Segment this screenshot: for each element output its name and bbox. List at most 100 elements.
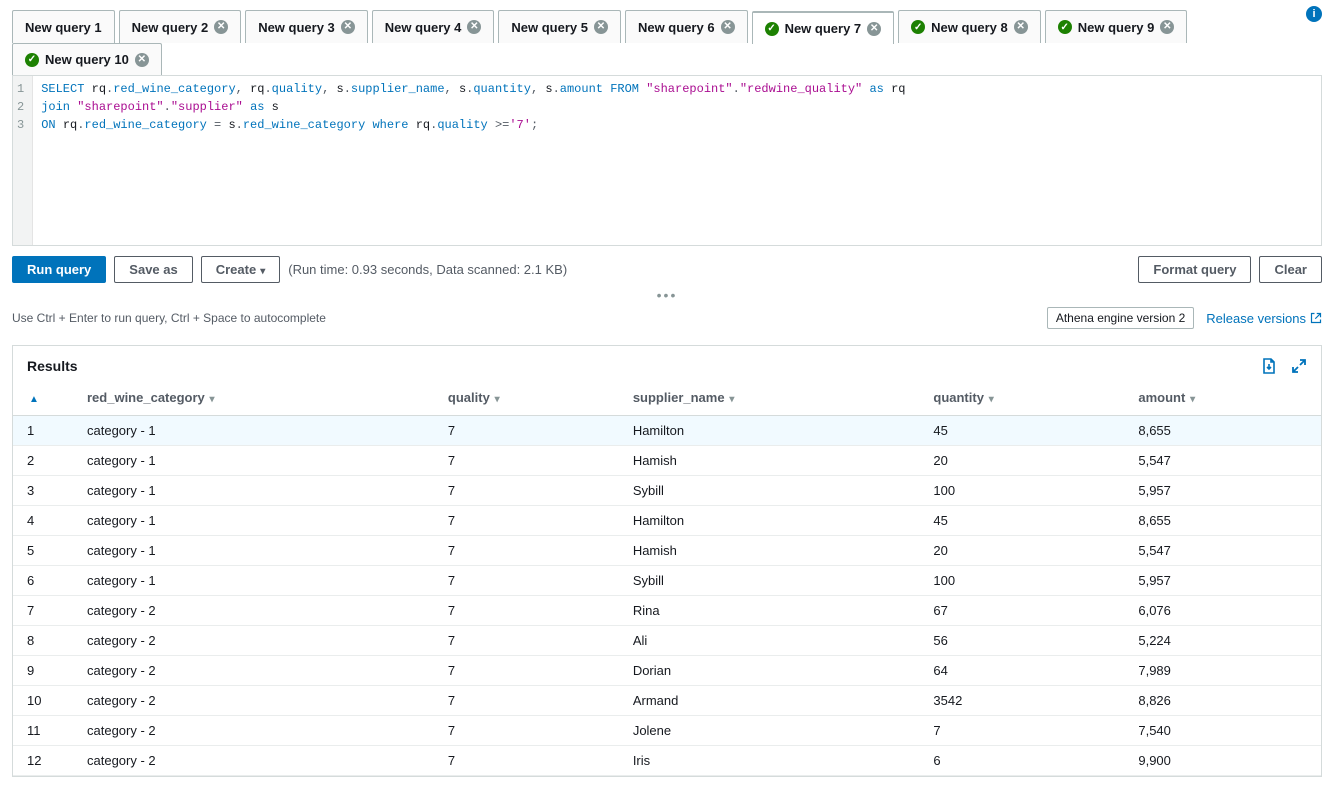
table-row[interactable]: 2category - 17Hamish205,547 <box>13 446 1321 476</box>
cell: 7 <box>434 626 619 656</box>
cell: 5,547 <box>1124 536 1321 566</box>
cell: 64 <box>919 656 1124 686</box>
cell: 5,957 <box>1124 476 1321 506</box>
table-row[interactable]: 9category - 27Dorian647,989 <box>13 656 1321 686</box>
editor-gutter: 123 <box>13 76 33 245</box>
query-tab[interactable]: New query 2✕ <box>119 10 242 43</box>
cell: 6 <box>13 566 73 596</box>
close-icon[interactable]: ✕ <box>1160 20 1174 34</box>
table-row[interactable]: 7category - 27Rina676,076 <box>13 596 1321 626</box>
cell: 12 <box>13 746 73 776</box>
cell: category - 2 <box>73 596 434 626</box>
column-header[interactable]: quantity ▾ <box>919 380 1124 416</box>
cell: Dorian <box>619 656 920 686</box>
cell: 10 <box>13 686 73 716</box>
release-versions-link[interactable]: Release versions <box>1206 311 1322 326</box>
cell: Iris <box>619 746 920 776</box>
sql-editor[interactable]: 123 SELECT rq.red_wine_category, rq.qual… <box>12 76 1322 246</box>
table-header-row: ▲red_wine_category ▾quality ▾supplier_na… <box>13 380 1321 416</box>
table-row[interactable]: 11category - 27Jolene77,540 <box>13 716 1321 746</box>
cell: 5,547 <box>1124 446 1321 476</box>
tab-label: New query 5 <box>511 20 588 35</box>
query-tab[interactable]: New query 3✕ <box>245 10 368 43</box>
run-query-button[interactable]: Run query <box>12 256 106 283</box>
tab-label: New query 7 <box>785 21 862 36</box>
cell: 2 <box>13 446 73 476</box>
query-tab[interactable]: New query 6 ✕ <box>625 10 748 43</box>
cell: 20 <box>919 446 1124 476</box>
close-icon[interactable]: ✕ <box>721 20 735 34</box>
cell: 7 <box>434 656 619 686</box>
table-row[interactable]: 1category - 17Hamilton458,655 <box>13 416 1321 446</box>
sort-icon: ▾ <box>492 394 500 405</box>
success-icon: ✓ <box>911 20 925 34</box>
column-label: supplier_name <box>633 390 725 405</box>
close-icon[interactable]: ✕ <box>594 20 608 34</box>
cell: Hamish <box>619 536 920 566</box>
tab-label: New query 6 <box>638 20 715 35</box>
create-button-label: Create <box>216 262 256 277</box>
cell: 6,076 <box>1124 596 1321 626</box>
cell: 7 <box>434 686 619 716</box>
query-tab[interactable]: New query 1 <box>12 10 115 43</box>
query-tab[interactable]: ✓ New query 9 ✕ <box>1045 10 1188 43</box>
format-query-button[interactable]: Format query <box>1138 256 1251 283</box>
info-icon[interactable]: i <box>1306 6 1322 22</box>
success-icon: ✓ <box>1058 20 1072 34</box>
close-icon[interactable]: ✕ <box>341 20 355 34</box>
create-button[interactable]: Create▾ <box>201 256 281 283</box>
cell: Ali <box>619 626 920 656</box>
tab-label: New query 1 <box>25 20 102 35</box>
cell: category - 1 <box>73 476 434 506</box>
tab-label: New query 9 <box>1078 20 1155 35</box>
query-tab[interactable]: ✓New query 7✕ <box>752 11 895 44</box>
table-row[interactable]: 8category - 27Ali565,224 <box>13 626 1321 656</box>
expand-icon[interactable] <box>1291 358 1307 374</box>
query-tabs: New query 1New query 2✕New query 3✕New q… <box>12 10 1322 76</box>
editor-code[interactable]: SELECT rq.red_wine_category, rq.quality,… <box>33 76 1321 245</box>
cell: 56 <box>919 626 1124 656</box>
table-row[interactable]: 12category - 27Iris69,900 <box>13 746 1321 776</box>
cell: 4 <box>13 506 73 536</box>
external-link-icon <box>1310 312 1322 324</box>
sort-icon: ▾ <box>207 394 215 405</box>
cell: 7 <box>434 476 619 506</box>
cell: category - 2 <box>73 656 434 686</box>
column-header[interactable]: quality ▾ <box>434 380 619 416</box>
query-tab[interactable]: New query 4✕ <box>372 10 495 43</box>
column-label: red_wine_category <box>87 390 205 405</box>
resize-handle[interactable]: ••• <box>12 287 1322 303</box>
sort-icon: ▾ <box>986 394 994 405</box>
column-header[interactable]: red_wine_category ▾ <box>73 380 434 416</box>
query-tab[interactable]: ✓New query 8✕ <box>898 10 1041 43</box>
table-row[interactable]: 4category - 17Hamilton458,655 <box>13 506 1321 536</box>
cell: category - 2 <box>73 716 434 746</box>
cell: 7 <box>434 716 619 746</box>
query-tab[interactable]: New query 5 ✕ <box>498 10 621 43</box>
clear-button[interactable]: Clear <box>1259 256 1322 283</box>
close-icon[interactable]: ✕ <box>1014 20 1028 34</box>
toolbar: Run query Save as Create▾ (Run time: 0.9… <box>12 246 1322 289</box>
column-header[interactable]: supplier_name ▾ <box>619 380 920 416</box>
table-row[interactable]: 5category - 17Hamish205,547 <box>13 536 1321 566</box>
cell: 7 <box>13 596 73 626</box>
table-row[interactable]: 3category - 17Sybill1005,957 <box>13 476 1321 506</box>
close-icon[interactable]: ✕ <box>867 22 881 36</box>
table-row[interactable]: 10category - 27Armand35428,826 <box>13 686 1321 716</box>
results-panel: Results ▲red_wine_category ▾quality ▾sup… <box>12 345 1322 777</box>
close-icon[interactable]: ✕ <box>467 20 481 34</box>
cell: category - 1 <box>73 416 434 446</box>
column-header[interactable]: ▲ <box>13 380 73 416</box>
table-row[interactable]: 6category - 17Sybill1005,957 <box>13 566 1321 596</box>
close-icon[interactable]: ✕ <box>214 20 228 34</box>
query-tab[interactable]: ✓New query 10✕ <box>12 43 162 75</box>
cell: 5,224 <box>1124 626 1321 656</box>
close-icon[interactable]: ✕ <box>135 53 149 67</box>
save-as-button[interactable]: Save as <box>114 256 192 283</box>
cell: 45 <box>919 506 1124 536</box>
cell: Rina <box>619 596 920 626</box>
column-label: amount <box>1138 390 1185 405</box>
column-header[interactable]: amount ▾ <box>1124 380 1321 416</box>
cell: 7 <box>434 566 619 596</box>
download-icon[interactable] <box>1261 358 1277 374</box>
